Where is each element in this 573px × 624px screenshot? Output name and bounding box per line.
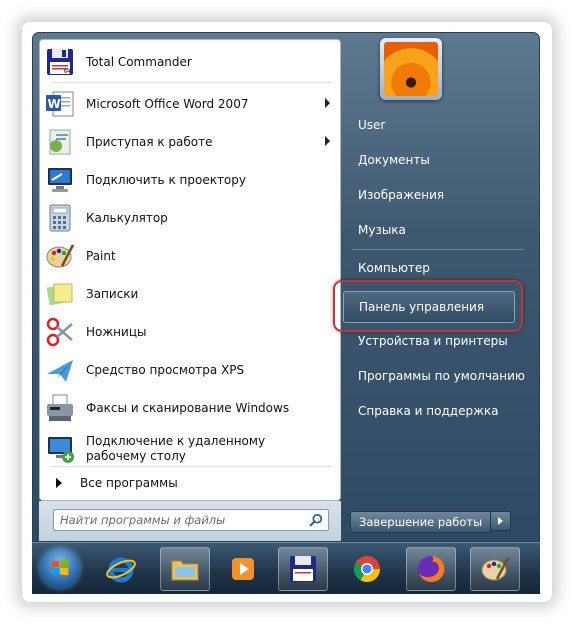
search-icon[interactable] — [307, 511, 325, 529]
program-label: Записки — [86, 286, 139, 301]
program-label: Microsoft Office Word 2007 — [86, 96, 249, 111]
program-total-commander[interactable]: 64 Total Commander — [44, 44, 336, 80]
program-label: Paint — [86, 248, 116, 263]
explorer-folder-icon[interactable] — [160, 547, 210, 591]
sticky-notes-icon — [44, 278, 76, 310]
program-label: Ножницы — [86, 324, 147, 339]
projector-icon — [44, 164, 76, 196]
program-label: Факсы и сканирование Windows — [86, 400, 290, 415]
search-input[interactable] — [54, 513, 307, 527]
start-orb-icon[interactable] — [40, 548, 80, 588]
svg-text:W: W — [48, 97, 61, 111]
total-commander-icon[interactable] — [278, 547, 328, 591]
program-label: Подключить к проектору — [86, 172, 246, 187]
chevron-right-icon — [498, 517, 504, 525]
word-icon: W — [44, 88, 76, 120]
divider — [352, 249, 524, 250]
program-label: Приступая к работе — [86, 134, 213, 149]
right-item-pictures[interactable]: Изображения — [350, 180, 528, 210]
program-remote-desktop[interactable]: Подключение к удаленному рабочему столу — [44, 430, 336, 468]
divider — [50, 82, 332, 83]
program-word-2007[interactable]: W Microsoft Office Word 2007 — [44, 86, 336, 122]
paint-palette-icon — [44, 240, 76, 272]
program-list-pane: 64 Total Commander W Microsoft Office Wo… — [39, 39, 341, 501]
xps-icon — [44, 354, 76, 386]
program-snipping-tool[interactable]: Ножницы — [44, 314, 336, 350]
program-xps-viewer[interactable]: Средство просмотра XPS — [44, 352, 336, 388]
all-programs-label: Все программы — [80, 476, 178, 490]
program-label: Подключение к удаленному рабочему столу — [86, 434, 266, 463]
chrome-icon[interactable] — [342, 547, 392, 591]
svg-text:64: 64 — [64, 69, 70, 75]
program-sticky-notes[interactable]: Записки — [44, 276, 336, 312]
program-getting-started[interactable]: Приступая к работе — [44, 124, 336, 160]
floppy-disk-icon: 64 — [44, 46, 76, 78]
shutdown-button[interactable]: Завершение работы — [350, 511, 492, 533]
submenu-arrow-icon[interactable] — [325, 136, 330, 146]
program-label: Калькулятор — [86, 210, 168, 225]
shutdown-options-button[interactable] — [491, 511, 512, 531]
calculator-icon — [44, 202, 76, 234]
right-item-computer[interactable]: Компьютер — [350, 253, 528, 283]
media-player-icon[interactable] — [218, 547, 268, 591]
taskbar — [32, 542, 540, 594]
triangle-right-icon — [56, 478, 62, 488]
program-label: Total Commander — [86, 54, 192, 69]
highlight-ring — [333, 280, 523, 332]
flower-picture-icon — [384, 42, 438, 96]
right-item-help-support[interactable]: Справка и поддержка — [350, 396, 528, 426]
right-item-user[interactable]: User — [350, 110, 528, 140]
paint-icon[interactable] — [470, 547, 520, 591]
program-paint[interactable]: Paint — [44, 238, 336, 274]
search-area — [39, 501, 341, 541]
user-avatar[interactable] — [380, 38, 442, 100]
program-projector[interactable]: Подключить к проектору — [44, 162, 336, 198]
right-item-default-programs[interactable]: Программы по умолчанию — [350, 361, 528, 391]
program-calculator[interactable]: Калькулятор — [44, 200, 336, 236]
internet-explorer-icon[interactable] — [96, 547, 146, 591]
right-item-music[interactable]: Музыка — [350, 215, 528, 245]
right-item-documents[interactable]: Документы — [350, 145, 528, 175]
firefox-icon[interactable] — [406, 547, 456, 591]
search-box[interactable] — [53, 509, 329, 531]
all-programs-button[interactable]: Все программы — [44, 472, 336, 494]
scissors-icon — [44, 316, 76, 348]
program-fax-scan[interactable]: Факсы и сканирование Windows — [44, 390, 336, 426]
submenu-arrow-icon[interactable] — [325, 98, 330, 108]
right-item-devices-printers[interactable]: Устройства и принтеры — [350, 326, 528, 356]
getting-started-icon — [44, 126, 76, 158]
remote-desktop-icon — [44, 433, 76, 465]
shutdown-group: Завершение работы — [350, 511, 512, 533]
divider — [50, 466, 332, 467]
fax-icon — [44, 392, 76, 424]
program-label: Средство просмотра XPS — [86, 362, 245, 377]
